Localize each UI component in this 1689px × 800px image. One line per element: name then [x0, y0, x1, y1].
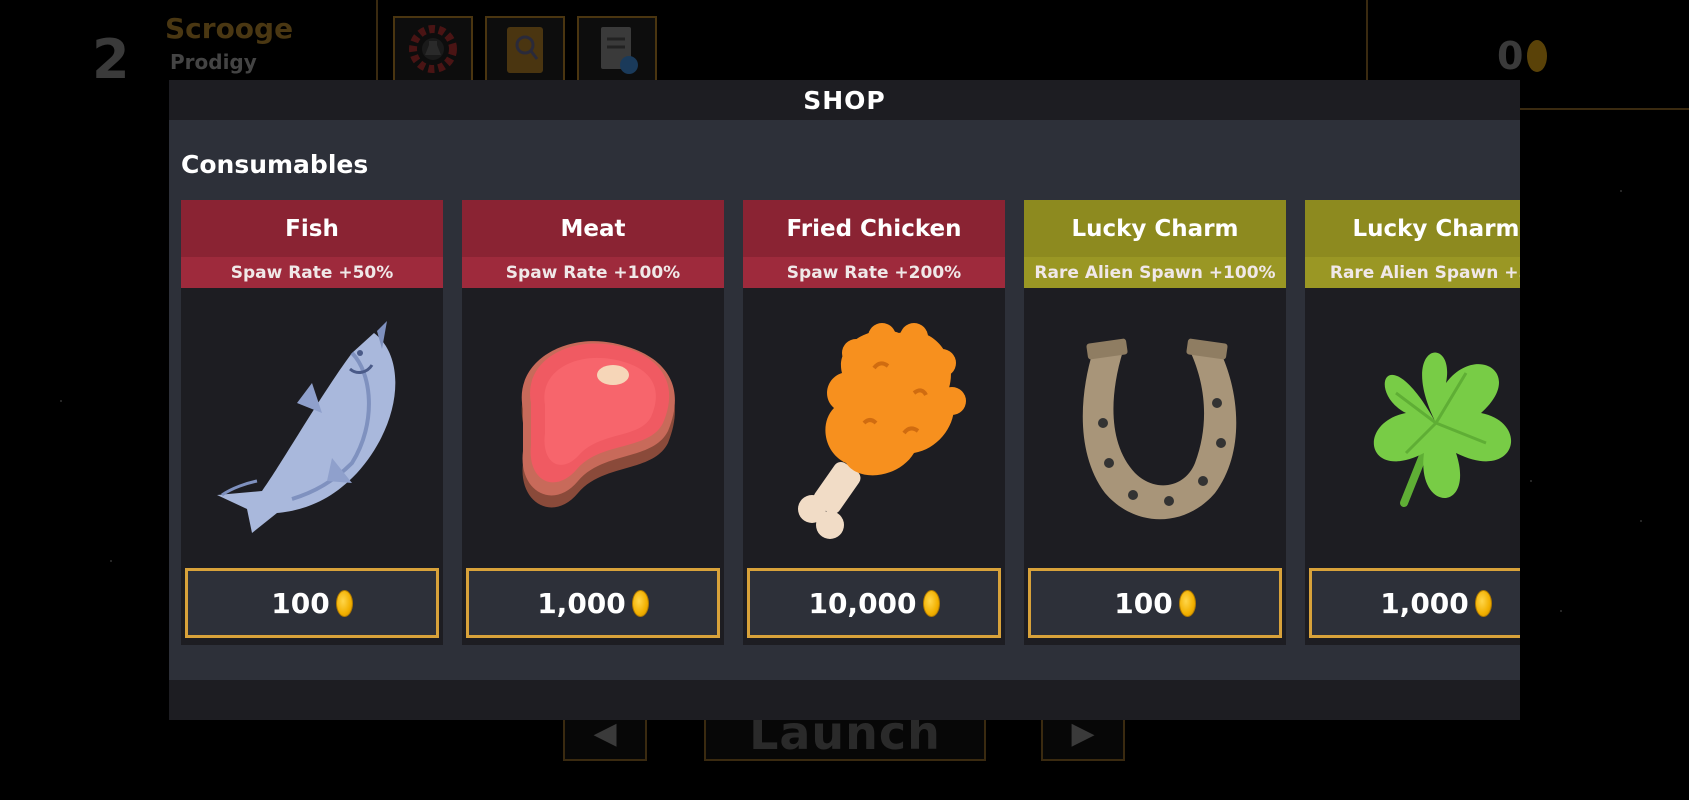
arrow-left-icon: ◀ [593, 715, 617, 751]
fish-icon [217, 321, 396, 533]
item-effect: Rare Alien Spawn +100% [1024, 257, 1286, 288]
steak-icon [521, 341, 675, 508]
shop-modal: SHOP Consumables Fish Spaw Rate +50% 100… [169, 80, 1520, 720]
item-art [1305, 288, 1520, 568]
item-name: Fish [181, 200, 443, 257]
shop-item-card[interactable]: Meat Spaw Rate +100% 1,000 [462, 200, 724, 645]
research-button[interactable] [393, 16, 473, 82]
coin-icon [335, 589, 353, 617]
buy-button[interactable]: 100 [185, 568, 439, 638]
notebook-search-icon [507, 27, 543, 73]
player-name: Scrooge [165, 12, 294, 45]
coin-icon [922, 589, 940, 617]
item-effect: Spaw Rate +200% [743, 257, 1005, 288]
item-name: Meat [462, 200, 724, 257]
buy-button[interactable]: 100 [1028, 568, 1282, 638]
coin-icon [1527, 40, 1548, 72]
item-price: 10,000 [808, 586, 917, 620]
shop-item-card[interactable]: Lucky Charm Rare Alien Spawn +100% 100 [1024, 200, 1286, 645]
star [1620, 190, 1622, 192]
item-effect: Spaw Rate +50% [181, 257, 443, 288]
star [110, 560, 112, 562]
player-rank: 2 [92, 28, 130, 91]
research-gear-icon [409, 25, 457, 73]
coin-icon [631, 589, 649, 617]
shop-item-card[interactable]: Lucky Charm Rare Alien Spawn +50 1,000 [1305, 200, 1520, 645]
player-title: Prodigy [170, 50, 257, 74]
star [60, 400, 62, 402]
chicken-leg-icon [798, 323, 966, 539]
star [1530, 480, 1532, 482]
item-art [462, 288, 724, 568]
star [1640, 520, 1642, 522]
item-effect: Rare Alien Spawn +50 [1305, 257, 1520, 288]
item-name: Lucky Charm [1305, 200, 1520, 257]
item-price: 1,000 [537, 586, 626, 620]
checklist-button[interactable] [577, 16, 657, 82]
shop-item-card[interactable]: Fried Chicken Spaw Rate +200% 10,000 [743, 200, 1005, 645]
buy-button[interactable]: 10,000 [747, 568, 1001, 638]
item-name: Lucky Charm [1024, 200, 1286, 257]
shop-body: Consumables Fish Spaw Rate +50% 100 Meat… [169, 120, 1520, 680]
checklist-icon [601, 27, 638, 74]
shop-title: SHOP [803, 85, 886, 115]
item-name: Fried Chicken [743, 200, 1005, 257]
coin-icon [1474, 589, 1492, 617]
buy-button[interactable]: 1,000 [1309, 568, 1520, 638]
notebook-button[interactable] [485, 16, 565, 82]
item-art [743, 288, 1005, 568]
item-art [1024, 288, 1286, 568]
item-price: 1,000 [1380, 586, 1469, 620]
horseshoe-icon [1082, 338, 1237, 520]
arrow-right-icon: ▶ [1071, 715, 1095, 751]
item-price: 100 [271, 586, 330, 620]
shop-item-card[interactable]: Fish Spaw Rate +50% 100 [181, 200, 443, 645]
coin-balance: 0 [1497, 34, 1548, 78]
item-effect: Spaw Rate +100% [462, 257, 724, 288]
item-price: 100 [1114, 586, 1173, 620]
star [1560, 610, 1562, 612]
clover-icon [1373, 352, 1512, 507]
coin-icon [1178, 589, 1196, 617]
coin-balance-value: 0 [1497, 34, 1524, 78]
hud-divider [376, 0, 378, 80]
section-title: Consumables [181, 150, 369, 179]
consumables-carousel[interactable]: Fish Spaw Rate +50% 100 Meat Spaw Rate +… [181, 200, 1520, 645]
buy-button[interactable]: 1,000 [466, 568, 720, 638]
item-art [181, 288, 443, 568]
